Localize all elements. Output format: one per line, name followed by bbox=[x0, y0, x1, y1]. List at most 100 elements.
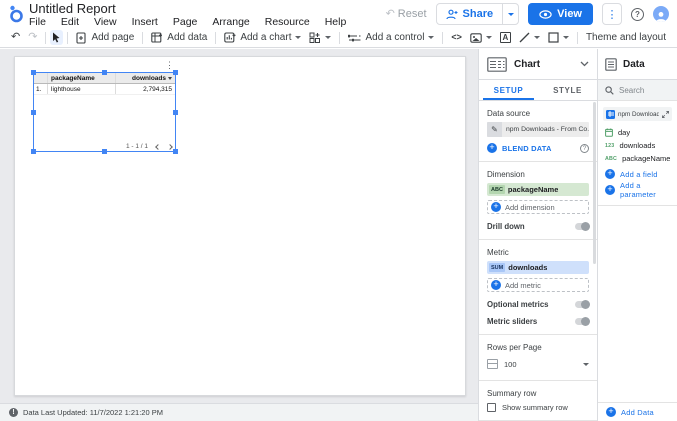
caret-down-icon bbox=[486, 36, 492, 39]
redo-icon: ↷ bbox=[28, 32, 37, 43]
optional-metrics-toggle[interactable] bbox=[575, 301, 589, 308]
data-source-row[interactable]: npm Downloads - F... bbox=[603, 107, 672, 121]
menu-help[interactable]: Help bbox=[325, 16, 347, 28]
more-options-button[interactable]: ⋮ bbox=[602, 3, 622, 25]
tab-style[interactable]: STYLE bbox=[538, 80, 597, 100]
menu-resource[interactable]: Resource bbox=[265, 16, 310, 28]
menu-page[interactable]: Page bbox=[173, 16, 198, 28]
avatar[interactable] bbox=[653, 6, 669, 22]
chart-panel-tabs: SETUP STYLE bbox=[479, 80, 597, 101]
dimension-chip[interactable]: ABC packageName bbox=[487, 183, 589, 196]
select-tool-button[interactable] bbox=[50, 30, 63, 45]
add-a-field-button[interactable]: + Add a field bbox=[598, 167, 677, 181]
add-control-button[interactable]: Add a control bbox=[344, 30, 438, 46]
show-summary-row: Show summary row bbox=[487, 403, 589, 412]
add-chart-icon bbox=[224, 32, 236, 43]
table-row: 1. lighthouse 2,794,315 bbox=[34, 84, 175, 95]
add-shape-button[interactable] bbox=[544, 30, 573, 46]
view-button[interactable]: View bbox=[528, 3, 593, 25]
search-input[interactable] bbox=[619, 86, 665, 95]
add-data-button[interactable]: Add data bbox=[147, 30, 211, 46]
column-header-downloads[interactable]: downloads bbox=[115, 73, 175, 83]
summary-row-checkbox-label: Show summary row bbox=[502, 403, 568, 412]
share-button[interactable]: Share bbox=[437, 8, 503, 20]
metric-aggregation-badge: SUM bbox=[489, 263, 505, 272]
section-divider bbox=[479, 380, 597, 381]
table-chart-widget[interactable]: ⋮ packageName downloads bbox=[33, 72, 176, 152]
next-page-icon[interactable] bbox=[167, 144, 173, 150]
resize-handle[interactable] bbox=[173, 149, 178, 154]
plus-icon: + bbox=[605, 169, 615, 179]
metric-chip[interactable]: SUM downloads bbox=[487, 261, 589, 274]
rows-per-page-select[interactable]: 100 bbox=[487, 356, 589, 372]
metric-sliders-toggle[interactable] bbox=[575, 318, 589, 325]
community-visualizations-button[interactable] bbox=[305, 30, 335, 46]
looker-studio-logo-icon[interactable] bbox=[8, 4, 24, 23]
report-title[interactable]: Untitled Report bbox=[29, 1, 116, 16]
chevron-down-icon[interactable] bbox=[580, 61, 589, 67]
widget-menu-button[interactable]: ⋮ bbox=[165, 61, 174, 70]
app-bar: Untitled Report File Edit View Insert Pa… bbox=[0, 0, 677, 28]
undo-icon: ↶ bbox=[11, 32, 20, 43]
text-tool-icon: A bbox=[500, 32, 511, 43]
caret-down-icon bbox=[534, 36, 540, 39]
menu-edit[interactable]: Edit bbox=[61, 16, 79, 28]
plus-icon: + bbox=[491, 202, 501, 212]
field-day[interactable]: day bbox=[598, 126, 677, 139]
share-dropdown-button[interactable] bbox=[502, 4, 518, 24]
menu-view[interactable]: View bbox=[94, 16, 117, 28]
resize-handle[interactable] bbox=[102, 70, 107, 75]
resize-handle[interactable] bbox=[31, 110, 36, 115]
edit-data-source-button[interactable]: ✎ bbox=[487, 122, 502, 137]
data-panel: Data npm Downloads - F... day bbox=[597, 49, 677, 421]
add-chart-button[interactable]: Add a chart bbox=[220, 30, 305, 46]
add-metric-button[interactable]: + Add metric bbox=[487, 278, 589, 292]
collapse-icon[interactable] bbox=[662, 111, 669, 118]
data-source-chip[interactable]: ✎ npm Downloads - From Co... bbox=[487, 122, 589, 137]
resize-handle[interactable] bbox=[173, 110, 178, 115]
data-source-label: Data source bbox=[487, 109, 589, 118]
toolbar-separator bbox=[577, 32, 578, 44]
add-line-button[interactable] bbox=[515, 30, 544, 46]
menu-insert[interactable]: Insert bbox=[132, 16, 158, 28]
prev-page-icon[interactable] bbox=[155, 144, 161, 150]
drill-down-toggle[interactable] bbox=[575, 223, 589, 230]
resize-handle[interactable] bbox=[31, 70, 36, 75]
summary-row-checkbox[interactable] bbox=[487, 403, 496, 412]
blend-data-button[interactable]: BLEND DATA bbox=[502, 144, 552, 153]
add-image-button[interactable] bbox=[466, 30, 496, 46]
theme-and-layout-button[interactable]: Theme and layout bbox=[582, 30, 670, 46]
text-type-icon: ABC bbox=[605, 156, 617, 162]
report-page[interactable]: ⋮ packageName downloads bbox=[14, 56, 466, 396]
add-dimension-button[interactable]: + Add dimension bbox=[487, 200, 589, 214]
add-a-parameter-button[interactable]: + Add a parameter bbox=[598, 183, 677, 197]
rows-per-page-label: Rows per Page bbox=[487, 343, 589, 352]
redo-button[interactable]: ↷ bbox=[24, 30, 41, 46]
help-icon[interactable]: ? bbox=[580, 144, 589, 153]
menu-arrange[interactable]: Arrange bbox=[212, 16, 249, 28]
field-packagename[interactable]: ABC packageName bbox=[598, 152, 677, 165]
menu-file[interactable]: File bbox=[29, 16, 46, 28]
summary-row-label: Summary row bbox=[487, 389, 589, 398]
resize-handle[interactable] bbox=[102, 149, 107, 154]
embed-url-button[interactable]: <> bbox=[447, 30, 466, 46]
resize-handle[interactable] bbox=[31, 149, 36, 154]
field-downloads[interactable]: 123 downloads bbox=[598, 139, 677, 152]
add-page-button[interactable]: Add page bbox=[72, 30, 138, 46]
tab-setup[interactable]: SETUP bbox=[479, 80, 538, 100]
help-icon: ? bbox=[635, 10, 640, 19]
setup-panel-scrollbar[interactable] bbox=[593, 102, 596, 264]
toolbar-separator bbox=[45, 32, 46, 44]
dimension-label: Dimension bbox=[487, 170, 589, 179]
resize-handle[interactable] bbox=[173, 70, 178, 75]
add-data-button[interactable]: + Add Data bbox=[598, 402, 677, 421]
reset-button[interactable]: ↶ Reset bbox=[386, 8, 427, 20]
undo-button[interactable]: ↶ bbox=[7, 30, 24, 46]
help-button[interactable]: ? bbox=[631, 8, 644, 21]
toolbar-separator bbox=[215, 32, 216, 44]
more-vert-icon: ⋮ bbox=[165, 60, 174, 70]
add-text-button[interactable]: A bbox=[496, 30, 515, 46]
app-bar-actions: ↶ Reset Share View bbox=[386, 3, 669, 25]
report-canvas[interactable]: ⋮ packageName downloads bbox=[0, 49, 478, 403]
section-divider bbox=[598, 205, 677, 206]
